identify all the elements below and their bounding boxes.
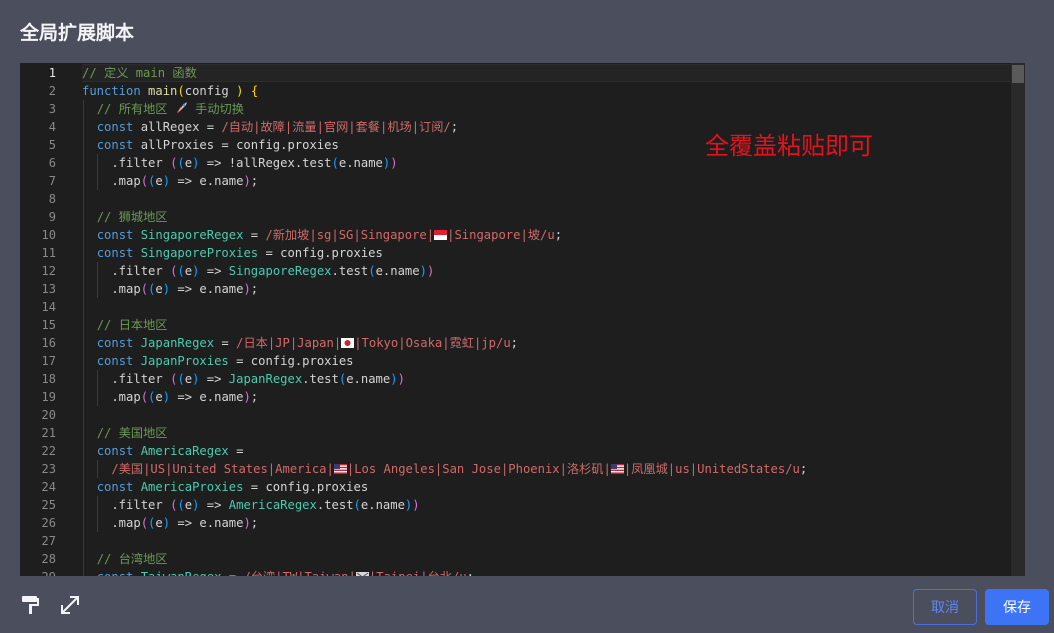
indent-guide — [97, 460, 98, 478]
dialog-title: 全局扩展脚本 — [20, 22, 135, 44]
paste-instruction-annotation: 全覆盖粘贴即可 — [705, 132, 873, 160]
line-number: 5 — [48, 138, 56, 152]
line-number: 22 — [41, 444, 56, 458]
indent-guide — [83, 100, 84, 576]
code-line[interactable]: const JapanRegex = /日本|JP|Japan| |Tokyo|O… — [82, 334, 1011, 352]
code-line[interactable]: .map((e) => e.name); — [82, 280, 1011, 298]
code-line[interactable]: const JapanProxies = config.proxies — [82, 352, 1011, 370]
line-number: 7 — [48, 174, 56, 188]
code-line[interactable]: .filter ((e) => SingaporeRegex.test(e.na… — [82, 262, 1011, 280]
line-number: 12 — [41, 264, 56, 278]
code-line[interactable] — [82, 406, 1011, 424]
line-number: 29 — [20, 568, 56, 576]
code-line[interactable]: .map((e) => e.name); — [82, 172, 1011, 190]
indent-guide — [97, 154, 98, 190]
code-line[interactable]: const TaiwanRegex = /台湾|TW|Taiwan||Taipe… — [82, 568, 1011, 576]
line-number: 14 — [41, 300, 56, 314]
code-line[interactable]: .map((e) => e.name); — [82, 514, 1011, 532]
line-number: 26 — [41, 516, 56, 530]
line-number: 13 — [41, 282, 56, 296]
code-line[interactable]: // 日本地区 — [82, 316, 1011, 334]
line-number: 8 — [48, 192, 56, 206]
code-line[interactable]: const AmericaRegex = — [82, 442, 1011, 460]
code-line[interactable]: // 定义 main 函数 — [82, 64, 1011, 82]
code-line[interactable]: // 美国地区 — [82, 424, 1011, 442]
line-number: 20 — [41, 408, 56, 422]
line-number: 1 — [48, 66, 56, 80]
line-number: 4 — [48, 120, 56, 134]
line-number: 19 — [41, 390, 56, 404]
code-line[interactable]: /美国|US|United States|America| |Los Angele… — [82, 460, 1011, 478]
line-number-gutter: 1 2 3 4 5 6 7 8 9 10 11 12 13 14 15 16 17 18 19 20 21 22 23 24 2… — [20, 63, 82, 576]
line-number: 27 — [41, 534, 56, 548]
line-number: 25 — [41, 498, 56, 512]
code-line[interactable]: const AmericaProxies = config.proxies — [82, 478, 1011, 496]
line-number: 15 — [41, 318, 56, 332]
code-line[interactable]: const SingaporeRegex = /新加坡|sg|SG|Singap… — [82, 226, 1011, 244]
us-emoji-icon — [610, 461, 624, 474]
paint-roller-icon[interactable] — [20, 594, 42, 616]
line-number: 10 — [41, 228, 56, 242]
code-editor[interactable]: 1 2 3 4 5 6 7 8 9 10 11 12 13 14 15 16 17 18 19 20 21 22 23 24 2… — [20, 63, 1025, 576]
editor-vertical-scrollbar[interactable] — [1011, 63, 1025, 576]
expand-arrows-icon[interactable] — [59, 594, 81, 616]
tw-emoji-icon — [355, 569, 369, 576]
code-line[interactable]: // 狮城地区 — [82, 208, 1011, 226]
line-number: 24 — [41, 480, 56, 494]
code-line[interactable] — [82, 298, 1011, 316]
line-number: 3 — [48, 102, 56, 116]
code-line[interactable] — [82, 532, 1011, 550]
line-number: 28 — [41, 552, 56, 566]
cancel-button[interactable]: 取消 — [913, 589, 977, 625]
code-line[interactable]: const SingaporeProxies = config.proxies — [82, 244, 1011, 262]
line-number: 18 — [41, 372, 56, 386]
indent-guide — [97, 370, 98, 406]
line-number: 17 — [41, 354, 56, 368]
scrollbar-thumb[interactable] — [1012, 65, 1024, 83]
line-number: 11 — [41, 246, 56, 260]
rocket-emoji-icon — [175, 101, 188, 113]
line-number: 16 — [41, 336, 56, 350]
code-line[interactable]: .map((e) => e.name); — [82, 388, 1011, 406]
save-button[interactable]: 保存 — [985, 589, 1049, 625]
code-line[interactable]: // 所有地区 手动切换 — [82, 100, 1011, 118]
code-line[interactable] — [82, 190, 1011, 208]
indent-guide — [97, 262, 98, 298]
code-line[interactable]: function main(config ) { — [82, 82, 1011, 100]
code-line[interactable]: .filter ((e) => AmericaRegex.test(e.name… — [82, 496, 1011, 514]
line-number: 2 — [48, 84, 56, 98]
code-line[interactable]: // 台湾地区 — [82, 550, 1011, 568]
line-number: 9 — [48, 210, 56, 224]
line-number: 6 — [48, 156, 56, 170]
sg-emoji-icon — [434, 227, 448, 240]
indent-guide — [97, 496, 98, 532]
code-line[interactable]: .filter ((e) => JapanRegex.test(e.name)) — [82, 370, 1011, 388]
us-emoji-icon — [333, 461, 347, 474]
line-number: 21 — [41, 426, 56, 440]
jp-emoji-icon — [341, 335, 355, 348]
line-number: 23 — [41, 462, 56, 476]
